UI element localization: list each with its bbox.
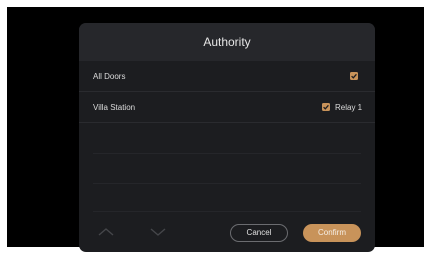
chevron-up-icon[interactable] [97, 227, 115, 237]
dialog-title: Authority [79, 23, 375, 61]
chevron-down-icon[interactable] [149, 227, 167, 237]
row-label: Villa Station [93, 103, 136, 112]
check-icon [351, 73, 357, 79]
relay-label: Relay 1 [335, 103, 363, 112]
divider [93, 211, 361, 212]
device-screen: Authority All Doors Villa Station Relay … [7, 7, 424, 252]
divider [93, 183, 361, 184]
authority-dialog: Authority All Doors Villa Station Relay … [79, 23, 375, 252]
confirm-button[interactable]: Confirm [303, 224, 361, 242]
row-label: All Doors [93, 72, 126, 81]
divider [93, 153, 361, 154]
cancel-button[interactable]: Cancel [230, 224, 288, 242]
all-doors-checkbox[interactable] [350, 72, 358, 80]
relay-1-checkbox[interactable] [322, 103, 330, 111]
list-item-villa-station[interactable]: Villa Station Relay 1 [79, 92, 375, 123]
list-item-all-doors[interactable]: All Doors [79, 61, 375, 92]
check-icon [323, 104, 329, 110]
